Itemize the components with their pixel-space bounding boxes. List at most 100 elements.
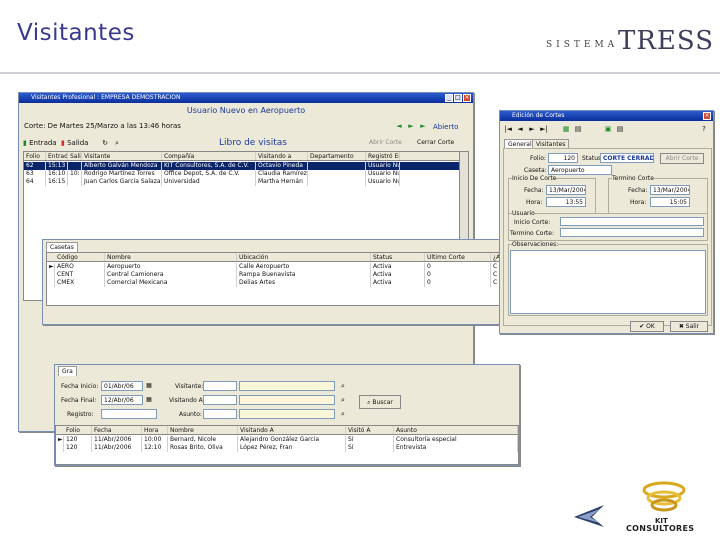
hora-fin-label: Hora: [630, 199, 647, 206]
results-column-header[interactable]: Visitó A [346, 426, 394, 434]
report-icon[interactable]: ▤ [616, 125, 624, 133]
visitando-name-field[interactable] [239, 395, 335, 405]
visits-column-header[interactable]: Salida [68, 152, 82, 160]
casetas-column-header[interactable]: Status [371, 253, 425, 261]
row-indicator-icon [47, 279, 55, 287]
cerrar-corte-button[interactable]: Cerrar Corte [417, 139, 454, 146]
visits-header: FolioEntradaSalidaVisitanteCompañíaVisit… [24, 152, 466, 161]
casetas-cell: Central Camionera [105, 271, 237, 279]
obs-textarea[interactable] [510, 250, 706, 314]
fecha-inicio-search-field[interactable]: 01/Abr/06 [101, 381, 143, 391]
results-row[interactable]: ► 120 11/Abr/2006 10:00 Bernard, Nicole Aleja… [56, 436, 518, 444]
nav-next-icon[interactable]: ► [407, 122, 415, 130]
visitante-name-field[interactable] [239, 381, 335, 391]
casetas-column-header[interactable]: Ultimo Corte [425, 253, 491, 261]
casetas-row[interactable]: ► AERO Aeropuerto Calle Aeropuerto Activa 0 C [47, 263, 509, 271]
results-row[interactable]: 120 11/Abr/2006 12:10 Rosas Brito, Oliva Lóp… [56, 444, 518, 452]
casetas-column-header[interactable]: Código [55, 253, 105, 261]
results-cell: Consultoría especial [394, 436, 518, 444]
results-column-header[interactable]: Asunto [394, 426, 518, 434]
casetas-cell: CMEX [55, 279, 105, 287]
lookup-icon[interactable]: ⌕ [339, 396, 347, 404]
tab-casetas[interactable]: Casetas [46, 242, 78, 252]
visitante-code-field[interactable] [203, 381, 237, 391]
last-record-icon[interactable]: ►| [540, 125, 548, 133]
visits-column-header[interactable]: Folio [24, 152, 46, 160]
libro-title: Libro de visitas [219, 138, 287, 148]
termino-corte-label: Termino Corte: [510, 230, 554, 237]
registro-select[interactable] [101, 409, 157, 419]
visits-column-header[interactable]: Visitante [82, 152, 162, 160]
ok-button[interactable]: ✔ OK [630, 321, 664, 332]
refresh-icon[interactable]: ↻ [101, 139, 109, 147]
inicio-group-label: Inicio De Corte [512, 175, 557, 182]
abrir-corte-small-button[interactable]: Abrir Corte [660, 153, 704, 164]
back-arrow-icon[interactable] [572, 503, 606, 529]
buscar-button[interactable]: ⌕ Buscar [359, 395, 401, 409]
hora-inicio-field[interactable]: 13:55 [546, 197, 586, 207]
fecha-inicio-label: Fecha: [524, 187, 544, 194]
inicio-corte-field[interactable] [560, 217, 704, 226]
results-column-header[interactable]: Nombre [168, 426, 238, 434]
visits-row[interactable]: 63 16:10 10: Rodrigo Martínez Torres Office … [24, 170, 466, 178]
results-table: Folio Fecha Hora Nombre Visitando A Visitó AA… [55, 425, 519, 465]
results-column-header[interactable]: Visitando A [238, 426, 346, 434]
next-record-icon[interactable]: ► [528, 125, 536, 133]
minimize-icon[interactable]: _ [445, 94, 453, 102]
visitando-code-field[interactable] [203, 395, 237, 405]
visits-column-header[interactable]: Departamento [308, 152, 366, 160]
visits-row[interactable]: 62 15:13 Alberto Galván Mendoza KIT Consult… [24, 162, 466, 170]
maximize-icon[interactable]: □ [454, 94, 462, 102]
results-cell: 10:00 [142, 436, 168, 444]
save-icon[interactable]: ▦ [562, 125, 570, 133]
casetas-cell: CENT [55, 271, 105, 279]
nav-first-icon[interactable]: ◄ [395, 122, 403, 130]
termino-corte-field[interactable] [560, 228, 704, 237]
visits-column-header[interactable]: Visitando a [256, 152, 308, 160]
help-icon[interactable]: ? [700, 125, 708, 133]
visits-column-header[interactable]: Compañía [162, 152, 256, 160]
salida-button[interactable]: ▮ Salida [61, 139, 88, 147]
results-column-header[interactable]: Fecha [92, 426, 142, 434]
search-icon[interactable]: ⌕ [113, 139, 121, 147]
fecha-final-search-field[interactable]: 12/Abr/06 [101, 395, 143, 405]
cortes-close-icon[interactable]: × [703, 112, 711, 120]
row-indicator-icon: ► [58, 436, 64, 444]
excel-icon[interactable]: ▣ [604, 125, 612, 133]
lookup-icon[interactable]: ⌕ [339, 382, 347, 390]
print-icon[interactable]: ▤ [574, 125, 582, 133]
visits-cell: 16:10 [46, 170, 68, 178]
fecha-fin-field[interactable]: 13/Mar/2004 [650, 185, 690, 195]
hora-fin-field[interactable]: 15:05 [650, 197, 690, 207]
casetas-column-header[interactable]: Nombre [105, 253, 237, 261]
nav-last-icon[interactable]: ► [419, 122, 427, 130]
visits-cell: 15:13 [46, 162, 68, 170]
visits-column-header[interactable]: Entrada [46, 152, 68, 160]
brand-big: TRESS [618, 26, 715, 56]
first-record-icon[interactable]: |◄ [504, 125, 512, 133]
asunto-code-field[interactable] [203, 409, 237, 419]
calendar-icon[interactable]: ▦ [145, 382, 153, 390]
abrir-corte-button[interactable]: Abrir Corte [369, 139, 402, 146]
calendar-icon[interactable]: ▦ [145, 396, 153, 404]
results-column-header[interactable]: Hora [142, 426, 168, 434]
folio-field[interactable]: 120 [548, 153, 578, 163]
tab-search[interactable]: Gra [58, 366, 77, 376]
visits-cell: 10: [68, 170, 82, 178]
casetas-column-header[interactable]: Ubicación [237, 253, 371, 261]
caseta-field[interactable]: Aeropuerto [548, 165, 612, 175]
entrada-button[interactable]: ▮ Entrada [23, 139, 57, 147]
lookup-icon[interactable]: ⌕ [339, 410, 347, 418]
asunto-name-field[interactable] [239, 409, 335, 419]
main-title-bar: Visitantes Profesional : EMPRESA DEMOSTR… [19, 93, 473, 103]
casetas-row[interactable]: CENT Central Camionera Rampa Buenavista Act… [47, 271, 509, 279]
visits-row[interactable]: 64 16:15 Juan Carlos García Salazar Univers… [24, 178, 466, 186]
cancel-button[interactable]: ✖ Salir [670, 321, 708, 332]
prev-record-icon[interactable]: ◄ [516, 125, 524, 133]
visits-column-header[interactable]: Registró En [366, 152, 400, 160]
casetas-row[interactable]: CMEX Comercial Mexicana Delias Artes Activa… [47, 279, 509, 287]
results-column-header[interactable]: Folio [64, 426, 92, 434]
fecha-inicio-field[interactable]: 13/Mar/2004 [546, 185, 586, 195]
results-header: Folio Fecha Hora Nombre Visitando A Visitó AA… [56, 426, 518, 435]
close-icon[interactable]: × [463, 94, 471, 102]
